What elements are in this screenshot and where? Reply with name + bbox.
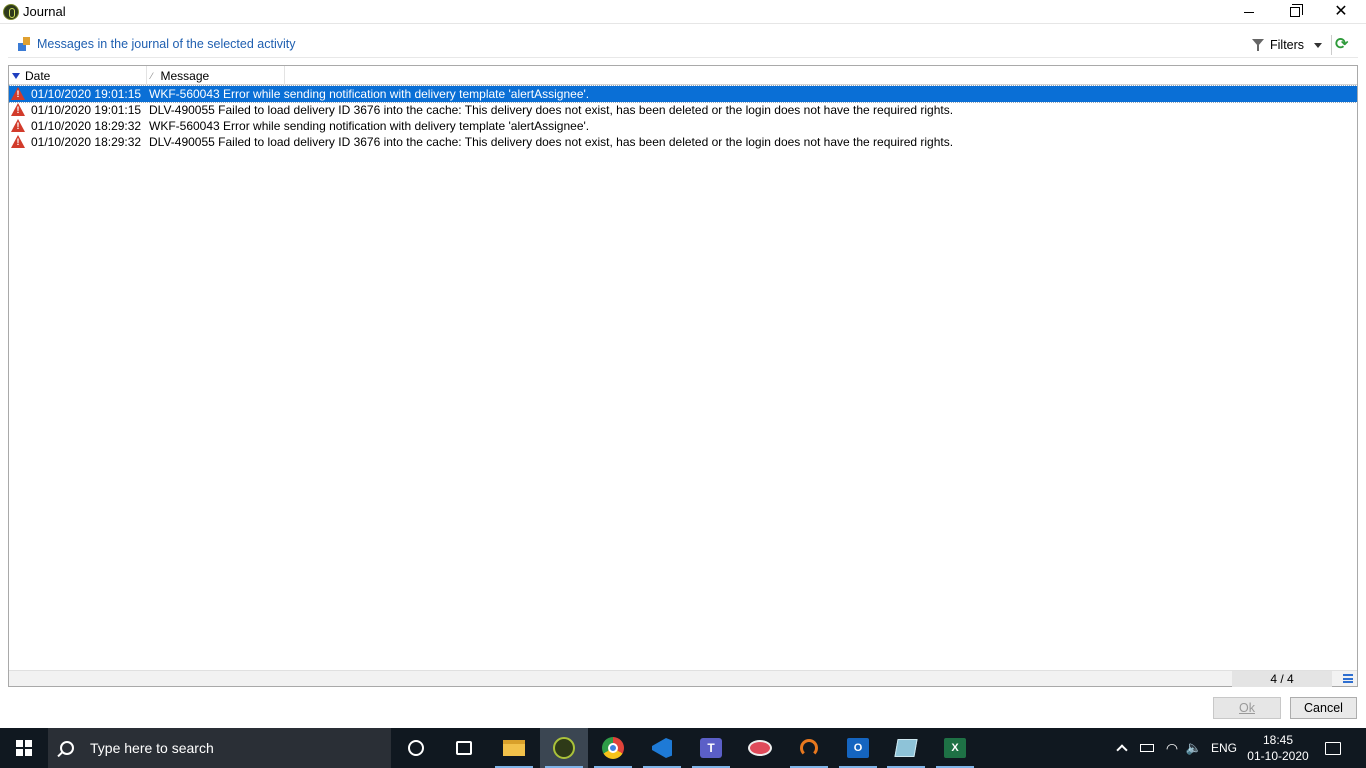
refresh-icon[interactable]: ⟳ <box>1335 37 1348 53</box>
outlook-icon: O <box>847 738 869 758</box>
battery-button[interactable] <box>1137 728 1157 768</box>
warning-icon: ! <box>11 135 25 148</box>
cortana-button[interactable] <box>392 728 440 768</box>
window-title: Journal <box>23 4 66 19</box>
battery-icon <box>1140 744 1154 752</box>
journal-app-icon <box>553 737 575 759</box>
row-message: DLV-490055 Failed to load delivery ID 36… <box>149 135 954 149</box>
chrome-button[interactable] <box>589 728 637 768</box>
app-ring-button[interactable] <box>785 728 833 768</box>
show-hidden-icons-button[interactable] <box>1112 728 1132 768</box>
column-header-date[interactable]: Date <box>9 66 147 85</box>
sort-descending-icon <box>12 72 20 79</box>
column-header-message[interactable]: ⁄ Message <box>147 66 285 85</box>
grid-header: Date ⁄ Message <box>9 66 1357 85</box>
file-explorer-icon <box>503 740 525 756</box>
record-count: 4 / 4 <box>1232 671 1332 687</box>
excel-icon: X <box>944 738 966 758</box>
vscode-button[interactable] <box>638 728 686 768</box>
warning-icon: ! <box>11 87 25 100</box>
journal-grid: Date ⁄ Message ! 01/10/2020 19:01:15 WKF… <box>8 65 1358 687</box>
teams-icon: T <box>700 738 722 758</box>
notepad-icon <box>894 739 918 757</box>
close-button[interactable]: ✕ <box>1318 0 1364 24</box>
task-view-button[interactable] <box>440 728 488 768</box>
warning-icon: ! <box>11 103 25 116</box>
activity-icon <box>18 37 32 51</box>
row-date: 01/10/2020 19:01:15 <box>31 103 142 117</box>
action-center-button[interactable] <box>1320 728 1346 768</box>
warning-icon: ! <box>11 119 25 132</box>
excel-button[interactable]: X <box>931 728 979 768</box>
windows-logo-icon <box>16 740 32 756</box>
filters-button[interactable]: Filters <box>1252 35 1323 55</box>
paint-button[interactable] <box>736 728 784 768</box>
vscode-icon <box>652 738 672 758</box>
row-message: WKF-560043 Error while sending notificat… <box>149 87 590 101</box>
toolbar: Messages in the journal of the selected … <box>8 32 1358 58</box>
chevron-up-icon <box>1116 744 1128 756</box>
clock-time: 18:45 <box>1262 733 1294 747</box>
chevron-down-icon <box>1314 42 1323 48</box>
clock-date: 01-10-2020 <box>1247 749 1309 763</box>
search-icon <box>60 741 74 755</box>
taskbar: Type here to search T O X ◠ 🔈 ENG 18:45 … <box>0 728 1366 768</box>
journal-app-button[interactable] <box>540 728 588 768</box>
start-button[interactable] <box>0 728 48 768</box>
teams-button[interactable]: T <box>687 728 735 768</box>
toolbar-separator <box>1331 35 1332 55</box>
row-date: 01/10/2020 19:01:15 <box>31 87 142 101</box>
volume-button[interactable]: 🔈 <box>1184 728 1204 768</box>
grid-status-bar: 4 / 4 <box>9 670 1357 687</box>
list-menu-icon[interactable] <box>1343 674 1353 683</box>
row-message: DLV-490055 Failed to load delivery ID 36… <box>149 103 954 117</box>
unsorted-icon: ⁄ <box>151 70 153 81</box>
minimize-icon <box>1244 11 1254 13</box>
grid-rows: ! 01/10/2020 19:01:15 WKF-560043 Error w… <box>8 85 1358 150</box>
table-row[interactable]: ! 01/10/2020 19:01:15 DLV-490055 Failed … <box>9 102 1357 118</box>
funnel-icon <box>1252 38 1264 52</box>
close-icon: ✕ <box>1334 3 1348 20</box>
outlook-button[interactable]: O <box>834 728 882 768</box>
speaker-icon: 🔈 <box>1185 740 1203 755</box>
table-row[interactable]: ! 01/10/2020 18:29:32 DLV-490055 Failed … <box>9 134 1357 150</box>
app-ring-icon <box>800 739 818 757</box>
table-row[interactable]: ! 01/10/2020 19:01:15 WKF-560043 Error w… <box>8 85 1358 103</box>
language-indicator[interactable]: ENG <box>1209 728 1239 768</box>
table-row[interactable]: ! 01/10/2020 18:29:32 WKF-560043 Error w… <box>9 118 1357 134</box>
column-label: Message <box>160 68 210 83</box>
cancel-button[interactable]: Cancel <box>1290 697 1357 719</box>
ok-button[interactable]: Ok <box>1213 697 1281 719</box>
taskbar-search-box[interactable]: Type here to search <box>48 728 391 768</box>
chrome-icon <box>602 737 624 759</box>
notification-icon <box>1325 741 1341 755</box>
minimize-button[interactable] <box>1226 0 1272 24</box>
restore-button[interactable] <box>1272 0 1318 24</box>
task-view-icon <box>456 741 472 755</box>
clock[interactable]: 18:45 01-10-2020 <box>1243 728 1313 768</box>
file-explorer-button[interactable] <box>490 728 538 768</box>
search-placeholder: Type here to search <box>90 740 214 756</box>
paint-icon <box>748 740 772 756</box>
row-date: 01/10/2020 18:29:32 <box>31 119 142 133</box>
row-message: WKF-560043 Error while sending notificat… <box>149 119 590 133</box>
wifi-icon: ◠ <box>1165 739 1179 756</box>
row-date: 01/10/2020 18:29:32 <box>31 135 142 149</box>
wifi-button[interactable]: ◠ <box>1162 728 1182 768</box>
journal-app-icon <box>3 4 19 20</box>
cortana-icon <box>408 740 424 756</box>
notepad-button[interactable] <box>882 728 930 768</box>
filters-label: Filters <box>1270 38 1305 52</box>
restore-icon <box>1290 4 1303 17</box>
toolbar-heading: Messages in the journal of the selected … <box>37 37 296 51</box>
column-label: Date <box>25 68 51 83</box>
title-bar: Journal ✕ <box>0 0 1366 24</box>
